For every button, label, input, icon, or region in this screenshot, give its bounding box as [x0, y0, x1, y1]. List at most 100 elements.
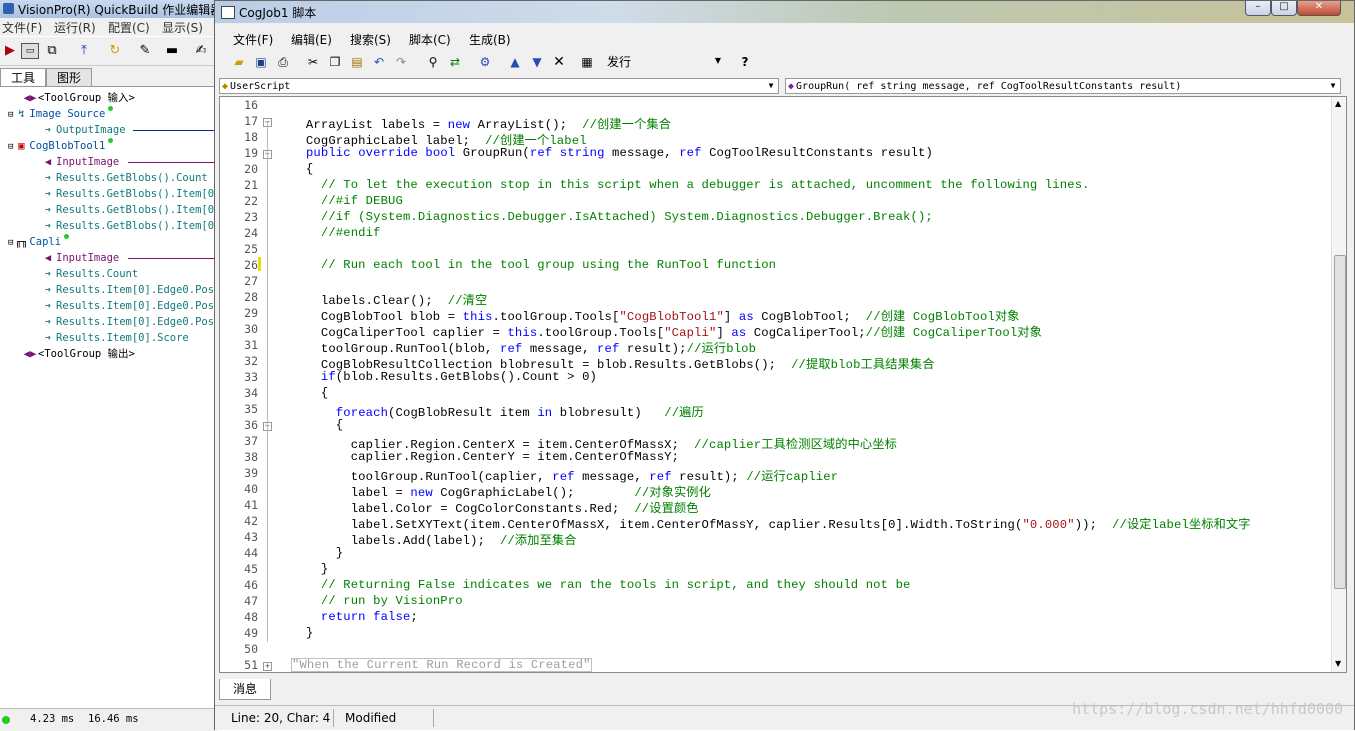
copy-icon[interactable]: ❐ — [327, 54, 343, 70]
input-link-line — [128, 258, 218, 259]
scroll-down-icon[interactable]: ▼ — [1335, 659, 1341, 668]
watermark: https://blog.csdn.net/hhfd0000 — [1072, 700, 1343, 718]
tree-node-capli-score[interactable]: ➔ Results.Item[0].Score — [40, 330, 189, 346]
tree-node-capli-edge[interactable]: ➔ Results.Item[0].Edge0.Pos — [40, 282, 214, 298]
record-icon[interactable]: ⤒ — [75, 42, 93, 60]
tree-node-blob-item[interactable]: ➔ Results.GetBlobs().Item[0] — [40, 218, 221, 234]
find-replace-icon[interactable]: ⇄ — [447, 54, 463, 70]
qb-menu-file[interactable]: 文件(F) — [2, 19, 42, 36]
vertical-scrollbar[interactable]: ▲ ▼ — [1331, 97, 1346, 672]
arrow-up-icon[interactable]: ▲ — [507, 54, 523, 70]
edit-script-icon[interactable]: ✍ — [192, 42, 210, 60]
tree-node-cogblobtool1[interactable]: ⊟ ▣ CogBlobTool1 — [8, 138, 114, 154]
visionpro-app-icon — [3, 3, 14, 14]
tree-node-image-source[interactable]: ⊟ ↯ Image Source — [8, 106, 114, 122]
print-icon[interactable]: ⎙ — [275, 54, 291, 70]
arrow-right-icon: ➔ — [44, 316, 52, 328]
cut-icon[interactable]: ✂ — [305, 54, 321, 70]
blob-tool-icon: ▣ — [18, 140, 25, 152]
menu-edit[interactable]: 编辑(E) — [291, 31, 332, 48]
tree-node-blob-item[interactable]: ➔ Results.GetBlobs().Item[0] — [40, 186, 221, 202]
minimize-button[interactable]: – — [1245, 1, 1271, 16]
code-editor[interactable]: 16 17 18 19 20 21 22 23 24 25 26 27 28 29 30 31 32 33 34 35… — [219, 96, 1347, 673]
qb-menu-display[interactable]: 显示(S) — [162, 19, 203, 36]
scrollbar-thumb[interactable] — [1334, 255, 1346, 589]
class-combo[interactable]: ◆ UserScript ▼ — [219, 78, 779, 94]
tab-tools[interactable]: 工具 — [0, 68, 46, 87]
tree-node-capli-count[interactable]: ➔ Results.Count — [40, 266, 138, 282]
fold-guide-line — [267, 122, 268, 642]
menu-file[interactable]: 文件(F) — [233, 31, 273, 48]
arrow-right-icon: ➔ — [44, 332, 52, 344]
image-display-icon[interactable]: ▭ — [21, 43, 39, 59]
status-ok-icon — [108, 106, 114, 111]
editor-title: CogJob1 脚本 — [239, 6, 317, 20]
find-icon[interactable]: ⚲ — [425, 54, 441, 70]
scroll-up-icon[interactable]: ▲ — [1335, 99, 1341, 108]
brush-icon[interactable]: ✎ — [136, 42, 154, 60]
tree-node-toolgroup-input[interactable]: ◀▶ <ToolGroup 输入> — [22, 90, 135, 106]
tree-node-toolgroup-output[interactable]: ◀▶ <ToolGroup 输出> — [22, 346, 135, 362]
line-number-gutter: 16 17 18 19 20 21 22 23 24 25 26 27 28 29 30 31 32 33 34 35… — [220, 97, 260, 672]
arrow-right-icon: ➔ — [44, 220, 52, 232]
line-number: 16 — [244, 98, 258, 112]
paste-icon[interactable]: ▤ — [349, 54, 365, 70]
undo-icon[interactable]: ↶ — [371, 54, 387, 70]
camera-icon[interactable]: ▬ — [163, 42, 181, 60]
code-line: // To let the execution stop in this scr… — [320, 178, 1090, 192]
quickbuild-tabs: 工具 图形 — [0, 66, 218, 87]
close-button[interactable]: ✕ — [1297, 1, 1341, 16]
quickbuild-title: VisionPro(R) QuickBuild 作业编辑器 — [18, 3, 223, 17]
line-number: 44 — [244, 546, 258, 560]
delete-icon[interactable]: ✕ — [551, 54, 567, 70]
fold-toggle-icon[interactable]: + — [263, 662, 272, 671]
menu-script[interactable]: 脚本(C) — [409, 31, 451, 48]
open-folder-icon[interactable]: ▰ — [231, 54, 247, 70]
line-number: 34 — [244, 386, 258, 400]
tree-node-capli-input-image[interactable]: ◀ InputImage — [40, 250, 119, 266]
refresh-icon[interactable]: ↻ — [106, 42, 124, 60]
editor-toolbar: ▰ ▣ ⎙ ✂ ❐ ▤ ↶ ↷ ⚲ ⇄ ⚙ ▲ ▼ ✕ ▦ 发行 ▼ ? — [219, 51, 1349, 75]
redo-icon[interactable]: ↷ — [393, 54, 409, 70]
menu-search[interactable]: 搜索(S) — [350, 31, 391, 48]
input-link-line — [128, 162, 218, 163]
tool-link-icon[interactable]: ⧉ — [43, 42, 61, 60]
tree-node-output-image[interactable]: ➔ OutputImage — [40, 122, 126, 138]
tool-tree[interactable]: ◀▶ <ToolGroup 输入> ⊟ ↯ Image Source ➔ OutputI… — [0, 86, 221, 707]
tree-node-capli-edge[interactable]: ➔ Results.Item[0].Edge0.Pos — [40, 314, 214, 330]
class-icon: ◆ — [222, 81, 229, 92]
tree-node-capli-edge[interactable]: ➔ Results.Item[0].Edge0.Pos — [40, 298, 214, 314]
quickbuild-statusbar: 4.23 ms 16.46 ms — [0, 708, 218, 731]
quickbuild-titlebar: VisionPro(R) QuickBuild 作业编辑器 — [0, 0, 222, 18]
line-number: 27 — [244, 274, 258, 288]
qb-menu-run[interactable]: 运行(R) — [54, 19, 96, 36]
arrow-right-icon: ◀▶ — [23, 92, 37, 104]
quickbuild-menubar: 文件(F) 运行(R) 配置(C) 显示(S) — [0, 18, 218, 36]
code-line: "When the Current Run Record is Created" — [291, 658, 592, 672]
tree-node-blob-count[interactable]: ➔ Results.GetBlobs().Count — [40, 170, 208, 186]
tree-node-capli[interactable]: ⊟ ╓╖ Capli — [8, 234, 70, 250]
configuration-select[interactable]: 发行 ▼ — [603, 54, 725, 70]
line-number: 45 — [244, 562, 258, 576]
line-number: 33 — [244, 370, 258, 384]
arrow-right-icon: ➔ — [44, 188, 52, 200]
tree-node-blob-item[interactable]: ➔ Results.GetBlobs().Item[0] — [40, 202, 221, 218]
arrow-down-icon[interactable]: ▼ — [529, 54, 545, 70]
save-icon[interactable]: ▣ — [253, 54, 269, 70]
member-combo[interactable]: ◆ GroupRun( ref string message, ref CogTo… — [785, 78, 1341, 94]
run-once-icon[interactable]: ▶ — [1, 42, 19, 60]
help-icon[interactable]: ? — [737, 54, 753, 70]
last-run-time: 4.23 ms — [30, 713, 75, 725]
maximize-button[interactable]: □ — [1271, 1, 1297, 16]
tab-messages[interactable]: 消息 — [219, 679, 271, 700]
tree-node-blob-input-image[interactable]: ◀ InputImage — [40, 154, 119, 170]
code-line: // Returning False indicates we ran the … — [320, 578, 911, 592]
status-divider — [433, 709, 434, 727]
build-icon[interactable]: ⚙ — [477, 54, 493, 70]
qb-menu-config[interactable]: 配置(C) — [108, 19, 150, 36]
tab-graphics[interactable]: 图形 — [46, 68, 92, 87]
menu-build[interactable]: 生成(B) — [469, 31, 511, 48]
code-line: { — [291, 386, 329, 400]
line-number: 28 — [244, 290, 258, 304]
references-icon[interactable]: ▦ — [579, 54, 595, 70]
